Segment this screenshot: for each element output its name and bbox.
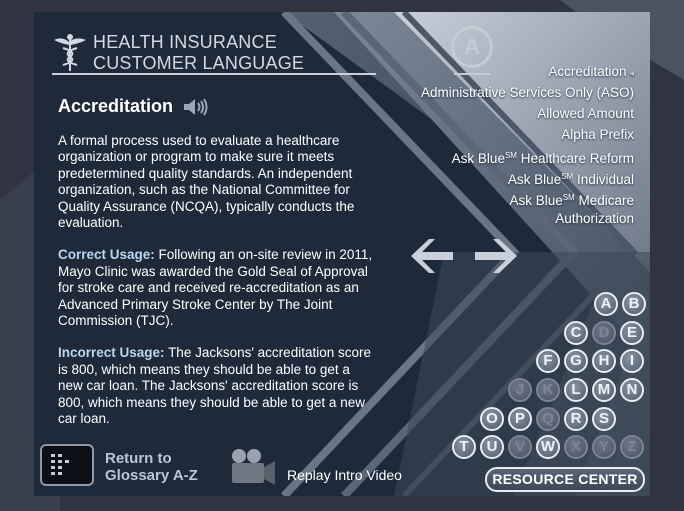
letter-button-h[interactable]: H bbox=[592, 349, 616, 373]
letter-button-d: D bbox=[592, 321, 616, 345]
return-label-line2: Glossary A-Z bbox=[105, 467, 198, 484]
letter-button-t[interactable]: T bbox=[452, 435, 476, 459]
term-list-item-label: Ask Blue bbox=[509, 193, 563, 208]
letter-button-e[interactable]: E bbox=[620, 321, 644, 345]
term-list-item[interactable]: Administrative Services Only (ASO) bbox=[421, 82, 634, 103]
letter-button-i[interactable]: I bbox=[620, 349, 644, 373]
term-list-item-label: Allowed Amount bbox=[537, 106, 634, 121]
term-list-item-label: Administrative Services Only (ASO) bbox=[420, 85, 634, 100]
letter-button-p[interactable]: P bbox=[508, 407, 532, 431]
letter-button-w[interactable]: W bbox=[536, 435, 560, 459]
return-to-glossary-link[interactable]: Return to Glossary A-Z bbox=[105, 450, 198, 484]
term-definition: A formal process used to evaluate a heal… bbox=[58, 133, 355, 231]
letter-button-m[interactable]: M bbox=[592, 378, 616, 402]
letter-button-z: Z bbox=[620, 435, 644, 459]
term-list-item-suffix: Individual bbox=[573, 172, 634, 187]
grid-menu-icon[interactable] bbox=[40, 444, 94, 486]
letter-button-b[interactable]: B bbox=[622, 292, 646, 316]
term-list-item-label: Alpha Prefix bbox=[561, 127, 634, 142]
app-header: HEALTH INSURANCE CUSTOMER LANGUAGE bbox=[52, 32, 376, 76]
letter-button-k: K bbox=[536, 378, 560, 402]
letter-button-l[interactable]: L bbox=[564, 378, 588, 402]
letter-button-g[interactable]: G bbox=[564, 349, 588, 373]
letter-button-x: X bbox=[564, 435, 588, 459]
service-mark: SM bbox=[561, 172, 574, 181]
term-list-item-label: Accreditation bbox=[548, 64, 627, 79]
caduceus-icon bbox=[54, 34, 86, 71]
incorrect-usage-label: Incorrect Usage: bbox=[58, 345, 165, 361]
term-list-item[interactable]: Authorization bbox=[421, 208, 634, 229]
service-mark: SM bbox=[562, 193, 575, 202]
term-list-item-label: Authorization bbox=[555, 211, 634, 226]
term-content: A formal process used to evaluate a heal… bbox=[58, 133, 376, 444]
arrow-left-icon[interactable] bbox=[409, 236, 455, 276]
term-list-item[interactable]: Accreditation ◂ bbox=[421, 61, 634, 82]
return-label-line1: Return to bbox=[105, 450, 172, 467]
letter-button-u[interactable]: U bbox=[480, 435, 504, 459]
header-divider bbox=[52, 73, 376, 75]
glossary-panel: HEALTH INSURANCE CUSTOMER LANGUAGE Accre… bbox=[34, 12, 650, 496]
term-list-item-label: Ask Blue bbox=[451, 151, 505, 166]
term-list-item[interactable]: Alpha Prefix bbox=[421, 124, 634, 145]
incorrect-usage: Incorrect Usage: The Jacksons' accredita… bbox=[58, 345, 376, 427]
letter-button-v: V bbox=[508, 435, 532, 459]
letter-button-s[interactable]: S bbox=[592, 407, 616, 431]
letter-button-j: J bbox=[508, 378, 532, 402]
term-list-item-label: Ask Blue bbox=[507, 172, 562, 187]
app-title-line2: CUSTOMER LANGUAGE bbox=[93, 53, 305, 73]
letter-button-a[interactable]: A bbox=[594, 292, 618, 316]
term-list-item[interactable]: Ask BlueSM Medicare bbox=[421, 187, 634, 208]
letter-button-o[interactable]: O bbox=[480, 407, 504, 431]
speaker-icon[interactable] bbox=[182, 97, 210, 117]
term-list-item-suffix: Healthcare Reform bbox=[516, 151, 634, 166]
replay-intro-video-link[interactable]: Replay Intro Video bbox=[287, 467, 402, 483]
letter-button-n[interactable]: N bbox=[620, 378, 644, 402]
service-mark: SM bbox=[504, 151, 517, 160]
term-title: Accreditation bbox=[58, 96, 174, 116]
letter-button-c[interactable]: C bbox=[564, 321, 588, 345]
letter-button-q: Q bbox=[536, 407, 560, 431]
video-camera-icon[interactable] bbox=[230, 448, 276, 486]
correct-usage: Correct Usage: Following an on-site revi… bbox=[58, 247, 376, 329]
term-list-item[interactable]: Allowed Amount bbox=[421, 103, 634, 124]
letter-button-r[interactable]: R bbox=[564, 407, 588, 431]
term-list: Accreditation ◂ Administrative Services On… bbox=[421, 61, 634, 229]
letter-button-y: Y bbox=[592, 435, 616, 459]
app-title-line1: HEALTH INSURANCE bbox=[93, 32, 277, 52]
arrow-right-icon[interactable] bbox=[473, 236, 519, 276]
current-term-marker-icon: ◂ bbox=[629, 68, 634, 78]
term-list-item-suffix: Medicare bbox=[574, 193, 634, 208]
term-list-item[interactable]: Ask BlueSM Individual bbox=[421, 166, 634, 187]
letter-button-f[interactable]: F bbox=[536, 349, 560, 373]
correct-usage-label: Correct Usage: bbox=[58, 247, 155, 263]
term-list-item[interactable]: Ask BlueSM Healthcare Reform bbox=[421, 145, 634, 166]
resource-center-button[interactable]: RESOURCE CENTER bbox=[485, 467, 645, 492]
